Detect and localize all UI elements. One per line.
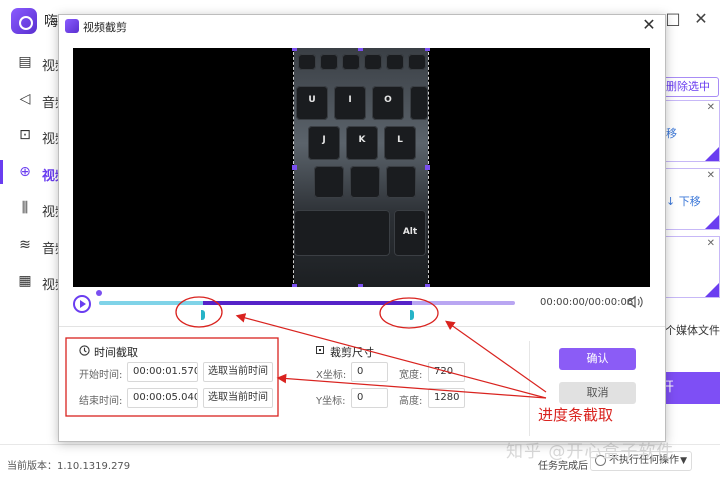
remove-icon[interactable]: ✕ — [707, 238, 715, 249]
crop-handle[interactable] — [292, 284, 297, 287]
keyboard-key — [386, 166, 416, 198]
playhead-handle[interactable] — [96, 290, 102, 296]
y-coord-input[interactable]: 0 — [351, 388, 388, 408]
sidebar-item-video-split[interactable]: ⫼ 视频 — [0, 190, 68, 227]
remove-icon[interactable]: ✕ — [707, 102, 715, 113]
video-frame: U I O J K L Alt — [292, 48, 430, 287]
keyboard-key: K — [346, 126, 378, 160]
chevron-down-icon: ▼ — [680, 456, 687, 466]
height-input[interactable]: 1280 — [428, 388, 465, 408]
crop-handle[interactable] — [425, 165, 430, 170]
keyboard-key — [364, 54, 382, 70]
keyboard-key — [350, 166, 380, 198]
media-count: 个媒体文件 — [665, 324, 720, 337]
delete-selected-button[interactable]: 删除选中 — [659, 77, 719, 97]
keyboard-key: L — [384, 126, 416, 160]
clock-icon — [79, 345, 90, 356]
height-label: 高度: — [399, 396, 423, 407]
app-icon — [65, 19, 79, 33]
keyboard-key — [320, 54, 338, 70]
selected-check-icon — [705, 147, 719, 161]
keyboard-key: J — [308, 126, 340, 160]
sidebar-item-audio-convert[interactable]: ◁ 音频 — [0, 81, 68, 118]
move-down-link[interactable]: ↓ 下移 — [666, 193, 701, 209]
keyboard-key — [298, 54, 316, 70]
remove-icon[interactable]: ✕ — [707, 170, 715, 181]
crop-handle[interactable] — [425, 48, 430, 51]
dialog-title: 视频截剪 — [83, 21, 127, 34]
sidebar: ▤ 视频 ◁ 音频 ⊡ 视频 ⊕ 视频 ⫼ 视频 ≋ 音频 ▦ 视频 — [0, 44, 68, 300]
keyboard-key: I — [334, 86, 366, 120]
split-icon: ⫼ — [21, 200, 29, 216]
sidebar-item-video-cut[interactable]: ⊕ 视频 — [0, 154, 68, 191]
width-input[interactable]: 720 — [428, 362, 465, 382]
annotation-label: 进度条截取 — [538, 406, 614, 424]
timeline-selection — [203, 301, 413, 305]
time-cut-title: 时间截取 — [94, 346, 138, 359]
end-time-label: 结束时间: — [79, 396, 123, 407]
keyboard-key: U — [296, 86, 328, 120]
keyboard-key — [386, 54, 404, 70]
gif-icon: ▦ — [18, 273, 32, 289]
sidebar-item-video-convert[interactable]: ▤ 视频 — [0, 44, 68, 81]
crop-size-icon — [316, 346, 324, 354]
app-name: 嗨 — [44, 14, 58, 30]
sidebar-item-video-crop[interactable]: ⊡ 视频 — [0, 117, 68, 154]
divider — [529, 341, 530, 436]
crop-size-title: 裁剪尺寸 — [330, 346, 374, 359]
x-coord-input[interactable]: 0 — [351, 362, 388, 382]
play-button[interactable] — [73, 295, 91, 313]
close-icon[interactable]: ✕ — [692, 10, 710, 28]
video-film-icon: ▤ — [18, 54, 32, 70]
end-time-input[interactable]: 00:00:05.040 — [127, 388, 198, 408]
crop-handle[interactable] — [292, 165, 297, 170]
maximize-icon[interactable]: □ — [664, 10, 682, 28]
selected-check-icon — [705, 283, 719, 297]
y-coord-label: Y坐标: — [316, 396, 346, 407]
x-coord-label: X坐标: — [316, 370, 347, 381]
selected-check-icon — [705, 215, 719, 229]
move-up-link[interactable]: 移 — [666, 125, 677, 141]
end-use-current-button[interactable]: 选取当前时间 — [203, 388, 273, 408]
keyboard-key — [314, 166, 344, 198]
sidebar-item-video-gif[interactable]: ▦ 视频 — [0, 263, 68, 300]
keyboard-key — [410, 86, 428, 120]
keyboard-key — [408, 54, 426, 70]
alt-key: Alt — [394, 210, 426, 256]
volume-icon[interactable] — [627, 295, 643, 309]
time-readout: 00:00:00/00:00:06 — [540, 297, 634, 308]
waveform-icon: ≋ — [19, 236, 31, 253]
crop-handle[interactable] — [292, 48, 297, 51]
sidebar-item-audio-edit[interactable]: ≋ 音频 — [0, 227, 68, 264]
space-key — [294, 210, 390, 256]
crop-icon: ⊡ — [19, 127, 31, 143]
divider — [59, 326, 665, 327]
crop-handle[interactable] — [358, 48, 363, 51]
crop-handle[interactable] — [358, 284, 363, 287]
cut-end-marker[interactable] — [410, 310, 415, 320]
cut-start-marker[interactable] — [201, 310, 206, 320]
start-time-input[interactable]: 00:00:01.570 — [127, 362, 198, 382]
progress-timeline[interactable] — [96, 290, 515, 320]
start-use-current-button[interactable]: 选取当前时间 — [203, 362, 273, 382]
keyboard-key: O — [372, 86, 404, 120]
video-preview[interactable]: U I O J K L Alt — [73, 48, 650, 287]
close-icon[interactable]: ✕ — [641, 15, 657, 35]
video-cut-dialog: 视频截剪 ✕ U I O J K L Alt 00:00:00/00:00:06… — [58, 14, 666, 442]
cancel-button[interactable]: 取消 — [559, 382, 636, 404]
width-label: 宽度: — [399, 370, 423, 381]
audio-icon: ◁ — [19, 90, 31, 107]
timeline-before-selection — [99, 301, 204, 305]
add-video-icon: ⊕ — [19, 163, 31, 180]
app-logo — [11, 8, 37, 34]
start-time-label: 开始时间: — [79, 370, 123, 381]
crop-handle[interactable] — [425, 284, 430, 287]
keyboard-key — [342, 54, 360, 70]
version-label: 当前版本：1.10.1319.279 — [7, 461, 131, 472]
confirm-button[interactable]: 确认 — [559, 348, 636, 370]
